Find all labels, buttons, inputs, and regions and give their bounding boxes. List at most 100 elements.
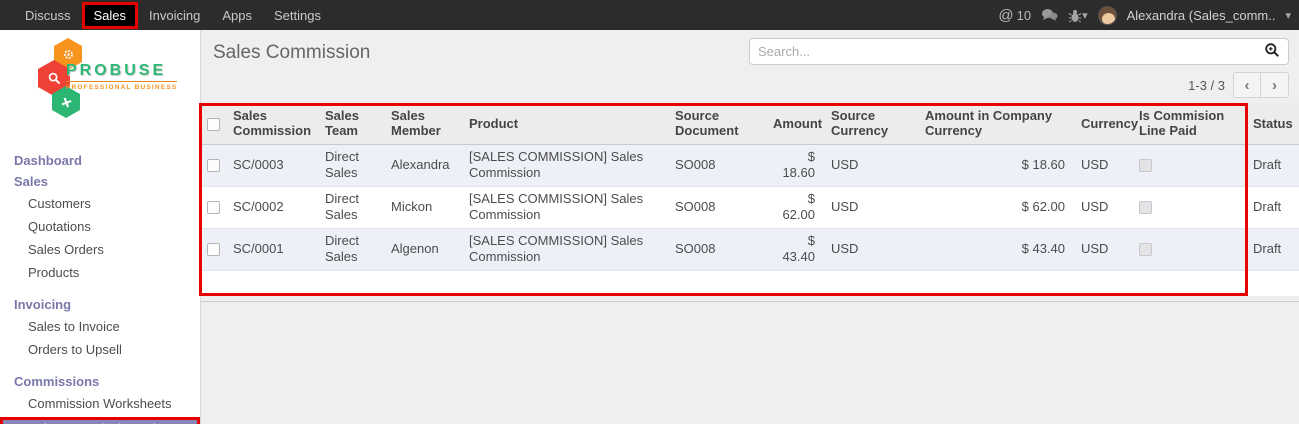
avatar [1098, 6, 1117, 25]
table-header-row: Sales Commission Sales Team Sales Member… [201, 103, 1299, 144]
page-title: Sales Commission [213, 42, 370, 64]
sidebar-item-dashboard[interactable]: Dashboard [0, 150, 200, 171]
sidebar-item-quotations[interactable]: Quotations [0, 215, 200, 238]
sidebar-item-orders-to-upsell[interactable]: Orders to Upsell [0, 338, 200, 361]
table-row[interactable]: SC/0002 Direct Sales Mickon [SALES COMMI… [201, 186, 1299, 228]
sidebar-item-commission-worksheets[interactable]: Commission Worksheets [0, 392, 200, 415]
nav-apps[interactable]: Apps [211, 3, 263, 28]
mention-count: 10 [1017, 8, 1031, 23]
cell-source-currency: USD [823, 186, 917, 228]
top-navbar: Discuss Sales Invoicing Apps Settings @ … [0, 0, 1299, 30]
nav-discuss[interactable]: Discuss [14, 3, 82, 28]
pager-range: 1-3 / 3 [1188, 78, 1225, 93]
nav-settings[interactable]: Settings [263, 3, 332, 28]
sidebar-item-commissions[interactable]: Commissions [0, 371, 200, 392]
column-header-is-commision-line-paid[interactable]: Is Commision Line Paid [1131, 103, 1245, 144]
sidebar-item-invoicing[interactable]: Invoicing [0, 294, 200, 315]
cell-name: SC/0003 [225, 144, 317, 186]
cell-amount-company: $ 62.00 [917, 186, 1073, 228]
commission-table: Sales Commission Sales Team Sales Member… [201, 103, 1299, 296]
cell-name: SC/0001 [225, 228, 317, 270]
cell-amount-company: $ 43.40 [917, 228, 1073, 270]
search-box [749, 38, 1289, 65]
table-row[interactable]: SC/0001 Direct Sales Algenon [SALES COMM… [201, 228, 1299, 270]
empty-row [201, 270, 1299, 296]
main-content: Sales Commission 1-3 / 3 ‹ › [201, 30, 1299, 424]
cell-amount-company: $ 18.60 [917, 144, 1073, 186]
cell-member: Mickon [383, 186, 461, 228]
column-header-status[interactable]: Status [1245, 103, 1299, 144]
cell-product: [SALES COMMISSION] Sales Commission [461, 186, 667, 228]
sidebar: PROBUSE PROFESSIONAL BUSINESS Dashboard … [0, 30, 201, 424]
cell-currency: USD [1073, 186, 1131, 228]
pager-next-button[interactable]: › [1261, 72, 1289, 98]
user-menu[interactable]: Alexandra (Sales_comm.. [1127, 8, 1276, 23]
cell-source-document: SO008 [667, 228, 765, 270]
sidebar-item-products[interactable]: Products [0, 261, 200, 284]
search-icon [1264, 42, 1280, 61]
column-header-source-currency[interactable]: Source Currency [823, 103, 917, 144]
paid-checkbox [1139, 243, 1152, 256]
messages-icon[interactable] [1041, 8, 1058, 22]
cell-source-currency: USD [823, 228, 917, 270]
cell-currency: USD [1073, 228, 1131, 270]
topbar-right: @ 10 ▾ Alexandra (Sales_comm.. ▾ [998, 6, 1291, 25]
cell-member: Algenon [383, 228, 461, 270]
row-select-checkbox[interactable] [207, 243, 220, 256]
chevron-down-icon: ▾ [1285, 9, 1291, 22]
row-select-checkbox[interactable] [207, 201, 220, 214]
commission-list-view: Sales Commission Sales Team Sales Member… [201, 103, 1299, 302]
debug-menu-button[interactable]: ▾ [1068, 8, 1088, 23]
paid-checkbox [1139, 159, 1152, 172]
cell-product: [SALES COMMISSION] Sales Commission [461, 144, 667, 186]
pager-previous-button[interactable]: ‹ [1233, 72, 1261, 98]
sidebar-item-sales-commissions-lines[interactable]: Sales Commissions Lines [0, 417, 200, 424]
pager: 1-3 / 3 ‹ › [1188, 72, 1289, 98]
cell-amount: $ 43.40 [765, 228, 823, 270]
cell-source-currency: USD [823, 144, 917, 186]
row-select-checkbox[interactable] [207, 159, 220, 172]
column-header-sales-member[interactable]: Sales Member [383, 103, 461, 144]
cell-status: Draft [1245, 144, 1299, 186]
app-menus: Discuss Sales Invoicing Apps Settings [14, 0, 332, 30]
cell-team: Direct Sales [317, 144, 383, 186]
cell-amount: $ 62.00 [765, 186, 823, 228]
control-panel: Sales Commission 1-3 / 3 ‹ › [201, 30, 1299, 103]
sidebar-nav: Dashboard Sales Customers Quotations Sal… [0, 130, 200, 424]
nav-sales[interactable]: Sales [82, 2, 139, 29]
column-header-product[interactable]: Product [461, 103, 667, 144]
cell-status: Draft [1245, 228, 1299, 270]
probuse-logo: PROBUSE PROFESSIONAL BUSINESS [0, 36, 200, 122]
nav-invoicing[interactable]: Invoicing [138, 3, 211, 28]
cell-product: [SALES COMMISSION] Sales Commission [461, 228, 667, 270]
column-header-currency[interactable]: Currency [1073, 103, 1131, 144]
sidebar-item-sales-to-invoice[interactable]: Sales to Invoice [0, 315, 200, 338]
column-header-amount-company-currency[interactable]: Amount in Company Currency [917, 103, 1073, 144]
cell-currency: USD [1073, 144, 1131, 186]
column-header-source-document[interactable]: Source Document [667, 103, 765, 144]
mentions-button[interactable]: @ 10 [998, 8, 1031, 23]
table-row[interactable]: SC/0003 Direct Sales Alexandra [SALES CO… [201, 144, 1299, 186]
cell-source-document: SO008 [667, 144, 765, 186]
cell-name: SC/0002 [225, 186, 317, 228]
cell-status: Draft [1245, 186, 1299, 228]
search-input[interactable] [750, 44, 1256, 59]
chevron-down-icon: ▾ [1082, 9, 1088, 22]
paid-checkbox [1139, 201, 1152, 214]
table-bottom-divider [201, 301, 1299, 302]
column-header-sales-team[interactable]: Sales Team [317, 103, 383, 144]
cell-source-document: SO008 [667, 186, 765, 228]
brand-tagline: PROFESSIONAL BUSINESS [66, 81, 177, 91]
cell-member: Alexandra [383, 144, 461, 186]
sidebar-item-sales[interactable]: Sales [0, 171, 200, 192]
column-header-sales-commission[interactable]: Sales Commission [225, 103, 317, 144]
cell-team: Direct Sales [317, 228, 383, 270]
sidebar-item-sales-orders[interactable]: Sales Orders [0, 238, 200, 261]
at-icon: @ [998, 8, 1013, 23]
column-header-amount[interactable]: Amount [765, 103, 823, 144]
select-all-checkbox[interactable] [207, 118, 220, 131]
brand-name: PROBUSE [66, 62, 177, 80]
cell-team: Direct Sales [317, 186, 383, 228]
search-button[interactable] [1256, 42, 1288, 61]
sidebar-item-customers[interactable]: Customers [0, 192, 200, 215]
